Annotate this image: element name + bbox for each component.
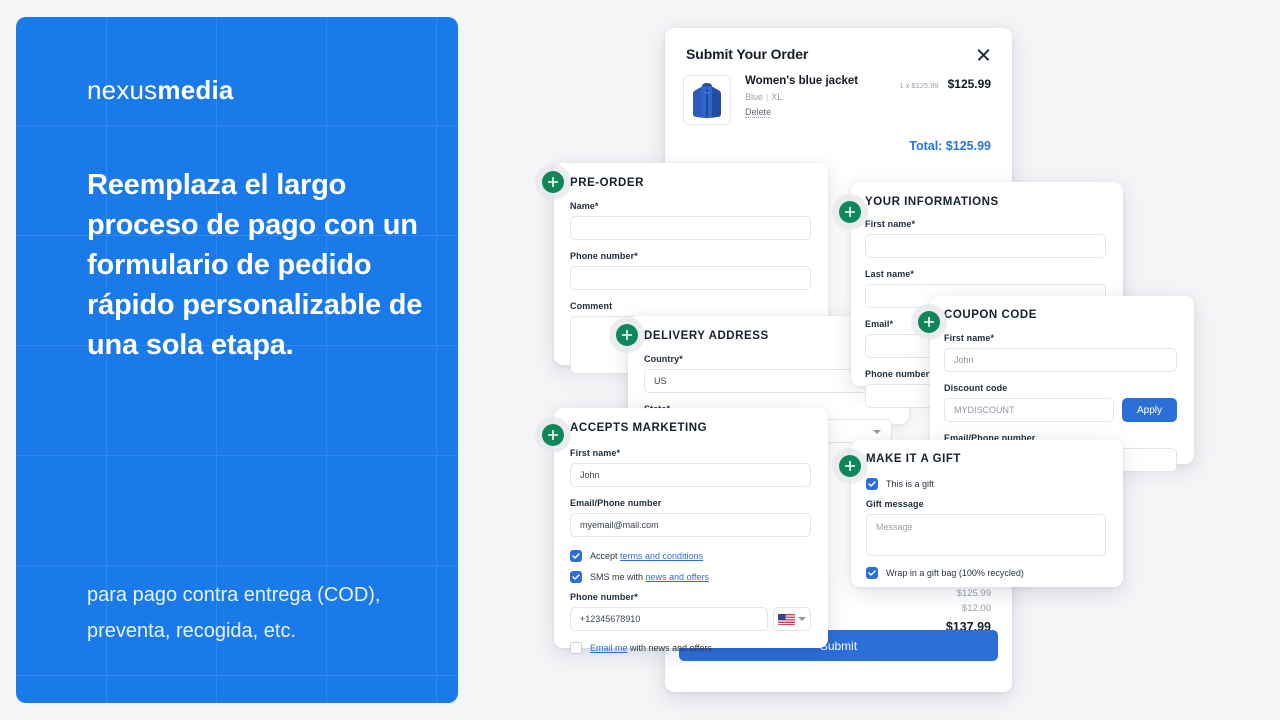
brand-logo-bold: media (157, 75, 234, 105)
summary-shipping: $12.00 (961, 603, 991, 614)
discount-code-label: Discount code (944, 383, 1008, 393)
is-gift-label: This is a gift (886, 479, 935, 489)
order-card-header: Submit Your Order (665, 28, 1012, 62)
make-it-a-gift-card: MAKE IT A GIFT This is a gift Gift messa… (839, 440, 1123, 587)
country-code-select[interactable] (773, 607, 811, 631)
gift-wrap-checkbox[interactable] (866, 567, 878, 579)
field-group: Name* (570, 201, 811, 240)
field-group: Email/Phone number myemail@mail.com (570, 498, 811, 537)
sms-optin-prefix: SMS me with (590, 572, 644, 582)
is-gift-row[interactable]: This is a gift (866, 478, 1106, 490)
marketing-email-input[interactable]: myemail@mail.com (570, 513, 811, 537)
plus-icon[interactable] (839, 455, 861, 477)
brand-logo-light: nexus (87, 75, 158, 105)
pre-order-name-input[interactable] (570, 216, 811, 240)
gift-message-textarea[interactable]: Message (866, 514, 1106, 556)
order-total: Total: $125.99 (909, 139, 991, 153)
pre-order-title: PRE-ORDER (570, 177, 644, 189)
email-optin-suffix: with news and offers (630, 643, 712, 653)
order-card-title: Submit Your Order (686, 46, 809, 62)
coupon-code-card: COUPON CODE First name* John Discount co… (918, 296, 1194, 472)
marketing-first-name-input[interactable]: John (570, 463, 811, 487)
field-group: Phone number* +12345678910 (570, 592, 811, 631)
is-gift-checkbox[interactable] (866, 478, 878, 490)
pre-order-phone-label: Phone number* (570, 251, 638, 261)
product-variant: Blue | XL (745, 92, 899, 102)
order-line-item: Women's blue jacket Blue | XL Delete 1 x $… (665, 62, 1012, 125)
gift-wrap-label: Wrap in a gift bag (100% recycled) (886, 568, 1024, 578)
gift-message-label: Gift message (866, 499, 924, 509)
chevron-down-icon (873, 430, 881, 434)
promo-headline: Reemplaza el largo proceso de pago con u… (87, 169, 423, 361)
terms-and-conditions-link[interactable]: terms and conditions (620, 551, 703, 561)
plus-icon[interactable] (918, 311, 940, 333)
brand-logo: nexusmedia (87, 75, 458, 106)
product-size: XL (771, 92, 783, 102)
apply-button[interactable]: Apply (1121, 398, 1177, 422)
marketing-phone-input[interactable]: +12345678910 (570, 607, 768, 631)
gift-wrap-row[interactable]: Wrap in a gift bag (100% recycled) (866, 567, 1106, 579)
email-me-link[interactable]: Email me (590, 643, 628, 653)
pre-order-comment-label: Comment (570, 301, 613, 311)
pre-order-name-label: Name* (570, 201, 599, 211)
sms-optin-label: SMS me with news and offers (590, 572, 709, 582)
sms-optin-checkbox[interactable] (570, 571, 582, 583)
promo-subtext: para pago contra entrega (COD), preventa… (87, 584, 381, 642)
product-color: Blue (745, 92, 764, 102)
news-and-offers-link[interactable]: news and offers (646, 572, 709, 582)
accept-terms-row[interactable]: Accept terms and conditions (570, 550, 811, 562)
accept-terms-label: Accept terms and conditions (590, 551, 703, 561)
close-icon[interactable] (976, 47, 991, 62)
info-first-name-label: First name* (865, 219, 916, 229)
plus-icon[interactable] (616, 324, 638, 346)
accept-terms-checkbox[interactable] (570, 550, 582, 562)
field-group: Phone number* (570, 251, 811, 290)
plus-icon[interactable] (542, 424, 564, 446)
plus-icon[interactable] (839, 201, 861, 223)
product-name: Women's blue jacket (745, 75, 859, 87)
email-optin-row[interactable]: Email me with news and offers (570, 642, 811, 654)
phone-input-row: +12345678910 (570, 607, 811, 631)
info-first-name-input[interactable] (865, 234, 1106, 258)
line-total-price: $125.99 (947, 77, 991, 91)
field-group: First name* John (570, 448, 811, 487)
coupon-first-name-input[interactable]: John (944, 348, 1177, 372)
sms-optin-row[interactable]: SMS me with news and offers (570, 571, 811, 583)
marketing-first-name-label: First name* (570, 448, 621, 458)
variant-separator: | (766, 92, 769, 102)
discount-code-input[interactable]: MYDISCOUNT (944, 398, 1114, 422)
delete-item-link[interactable]: Delete (745, 107, 772, 118)
unit-price: 1 x $125.99 (899, 81, 939, 90)
email-optin-label: Email me with news and offers (590, 643, 712, 653)
coupon-code-title: COUPON CODE (944, 309, 1037, 321)
field-group: First name* (865, 219, 1106, 258)
order-line-prices: 1 x $125.99 $125.99 (899, 75, 991, 91)
promo-panel: nexusmedia Reemplaza el largo proceso de… (16, 17, 458, 703)
discount-code-row: MYDISCOUNT Apply (944, 398, 1177, 422)
info-last-name-label: Last name* (865, 269, 915, 279)
plus-icon[interactable] (542, 171, 564, 193)
field-group: Discount code MYDISCOUNT Apply (944, 383, 1177, 422)
chevron-down-icon (798, 617, 806, 621)
field-group: Gift message Message (866, 499, 1106, 556)
marketing-phone-label: Phone number* (570, 592, 638, 602)
accept-terms-prefix: Accept (590, 551, 618, 561)
your-informations-title: YOUR INFORMATIONS (865, 196, 999, 208)
coupon-first-name-label: First name* (944, 333, 995, 343)
make-it-a-gift-title: MAKE IT A GIFT (866, 453, 962, 465)
us-flag-icon (778, 613, 795, 625)
accepts-marketing-card: ACCEPTS MARKETING First name* John Email… (542, 408, 828, 654)
pre-order-phone-input[interactable] (570, 266, 811, 290)
screenshot-root: nexusmedia Reemplaza el largo proceso de… (0, 0, 1280, 720)
email-optin-checkbox[interactable] (570, 642, 582, 654)
field-group: First name* John (944, 333, 1177, 372)
summary-subtotal: $125.99 (956, 588, 991, 599)
jacket-thumbnail-icon (683, 75, 731, 125)
marketing-email-label: Email/Phone number (570, 498, 662, 508)
order-line-info: Women's blue jacket Blue | XL Delete (745, 75, 899, 120)
accepts-marketing-title: ACCEPTS MARKETING (570, 422, 708, 434)
